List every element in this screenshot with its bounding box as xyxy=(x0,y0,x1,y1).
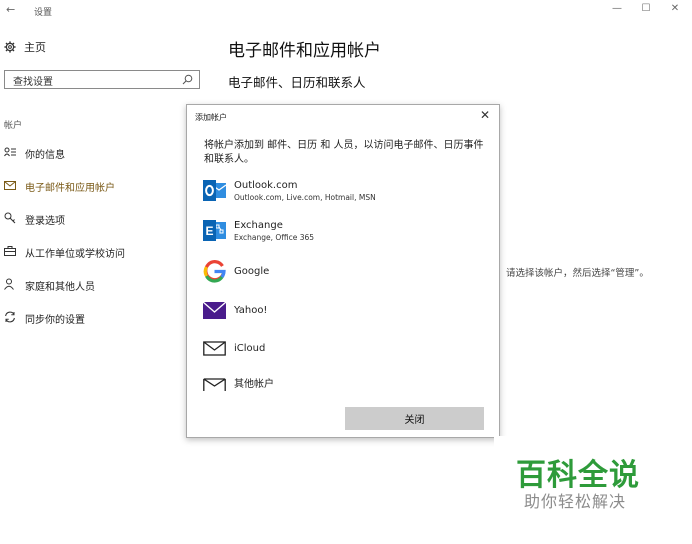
sidebar-item-sync[interactable]: 同步你的设置 xyxy=(4,311,85,326)
other-mail-icon xyxy=(203,371,226,394)
add-account-dialog: 添加帐户 ✕ 将帐户添加到 邮件、日历 和 人员，以访问电子邮件、日历事件和联系… xyxy=(186,104,500,438)
home-label: 主页 xyxy=(24,41,46,54)
icloud-icon xyxy=(203,337,226,360)
sidebar: 主页 查找设置 帐户 你的信息 电子邮件和应用帐户 登录选项 从工作单位或学校访… xyxy=(0,30,215,360)
sidebar-item-label: 家庭和其他人员 xyxy=(25,282,95,293)
sidebar-item-label: 电子邮件和应用帐户 xyxy=(25,183,115,194)
sync-icon xyxy=(4,311,16,326)
google-icon xyxy=(203,260,226,283)
dialog-title: 添加帐户 xyxy=(195,113,227,122)
watermark: 百科全说 助你轻松解决 xyxy=(494,436,692,544)
sidebar-item-work-school[interactable]: 从工作单位或学校访问 xyxy=(4,245,125,260)
account-option-yahoo[interactable]: Yahoo! xyxy=(202,299,268,322)
dialog-description: 将帐户添加到 邮件、日历 和 人员，以访问电子邮件、日历事件和联系人。 xyxy=(204,140,484,165)
account-name: Outlook.com xyxy=(234,179,298,191)
section-header-accounts: 帐户 xyxy=(4,121,23,131)
account-name: 其他帐户 xyxy=(234,379,274,390)
title-bar: ← 设置 — ☐ ✕ xyxy=(0,0,692,22)
window-title: 设置 xyxy=(34,8,53,18)
account-name: Exchange xyxy=(234,219,283,231)
briefcase-icon xyxy=(4,246,16,259)
account-name: iCloud xyxy=(234,343,266,354)
exchange-icon: E xyxy=(203,219,226,242)
account-option-icloud[interactable]: iCloud xyxy=(203,337,265,360)
account-option-google[interactable]: Google xyxy=(203,260,269,283)
account-option-exchange[interactable]: E Exchange Exchange, Office 365 xyxy=(203,219,314,242)
svg-text:E: E xyxy=(205,224,213,238)
watermark-slogan: 助你轻松解决 xyxy=(524,492,627,511)
close-button[interactable]: 关闭 xyxy=(345,407,484,430)
sidebar-item-email-accounts[interactable]: 电子邮件和应用帐户 xyxy=(4,179,115,194)
account-name: Yahoo! xyxy=(234,305,268,316)
page-title: 电子邮件和应用帐户 xyxy=(228,41,381,61)
sidebar-item-label: 同步你的设置 xyxy=(25,315,85,326)
key-icon xyxy=(4,212,16,227)
outlook-icon xyxy=(203,179,227,202)
people-icon xyxy=(4,278,16,293)
back-arrow-icon[interactable]: ← xyxy=(6,3,15,16)
account-option-other[interactable]: 其他帐户 xyxy=(203,371,274,394)
account-subtitle: Exchange, Office 365 xyxy=(234,232,315,242)
sidebar-item-label: 从工作单位或学校访问 xyxy=(25,249,125,260)
page-subtitle: 电子邮件、日历和联系人 xyxy=(228,75,366,90)
account-name: Google xyxy=(234,266,270,277)
gear-icon xyxy=(4,41,16,53)
minimize-button[interactable]: — xyxy=(609,3,625,14)
yahoo-icon xyxy=(202,299,227,322)
dialog-close-icon[interactable]: ✕ xyxy=(480,108,490,122)
manage-hint-text: 请选择该帐户，然后选择“管理”。 xyxy=(506,268,649,279)
mail-icon xyxy=(4,180,16,193)
sidebar-item-label: 你的信息 xyxy=(25,150,65,161)
sidebar-item-your-info[interactable]: 你的信息 xyxy=(4,146,65,161)
search-placeholder: 查找设置 xyxy=(13,77,53,88)
sidebar-item-sign-in-options[interactable]: 登录选项 xyxy=(4,212,65,227)
search-icon xyxy=(182,74,193,85)
account-subtitle: Outlook.com, Live.com, Hotmail, MSN xyxy=(234,192,376,202)
close-window-button[interactable]: ✕ xyxy=(667,3,683,14)
account-option-outlook[interactable]: Outlook.com Outlook.com, Live.com, Hotma… xyxy=(203,179,376,202)
maximize-button[interactable]: ☐ xyxy=(638,3,654,14)
person-list-icon xyxy=(4,147,16,160)
home-link[interactable]: 主页 xyxy=(4,39,46,55)
search-input[interactable]: 查找设置 xyxy=(4,70,200,89)
sidebar-item-family[interactable]: 家庭和其他人员 xyxy=(4,278,95,293)
sidebar-item-label: 登录选项 xyxy=(25,216,65,227)
